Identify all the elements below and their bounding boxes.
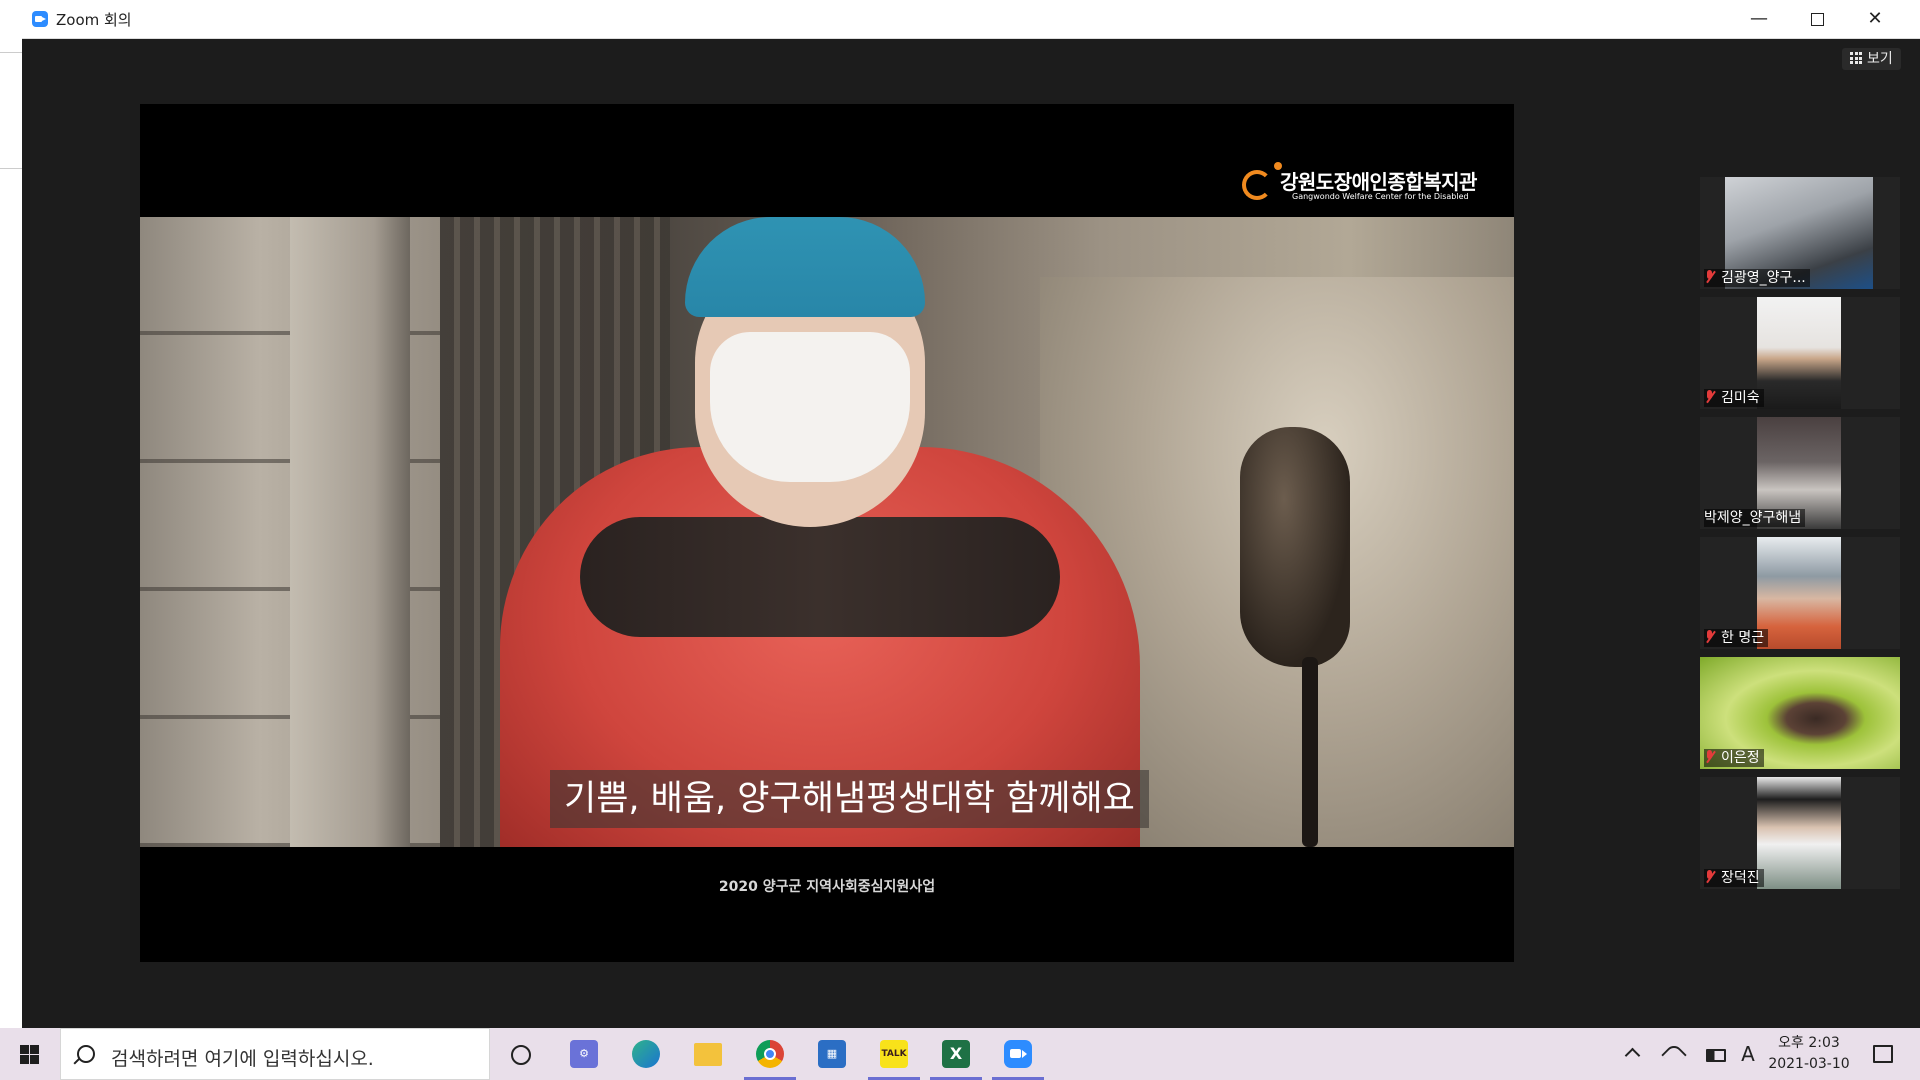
background-app-divider bbox=[0, 52, 22, 53]
participant-name-tag: 장덕진 bbox=[1704, 869, 1764, 887]
zoom-logo-icon bbox=[32, 11, 48, 27]
participant-name: 김미숙 bbox=[1721, 390, 1760, 406]
mic-muted-icon bbox=[1704, 390, 1716, 404]
logo-english-text: Gangwondo Welfare Center for the Disable… bbox=[1292, 192, 1469, 201]
mic-muted-icon bbox=[1704, 270, 1716, 284]
participant-name-tag: 박제양_양구해냄 bbox=[1704, 509, 1806, 527]
participant-video bbox=[1757, 537, 1841, 649]
taskbar-app-zoom[interactable] bbox=[988, 1028, 1048, 1080]
folder-icon bbox=[694, 1043, 722, 1066]
maximize-icon bbox=[1810, 12, 1824, 26]
taskbar-app-kakaotalk[interactable]: TALK bbox=[864, 1028, 924, 1080]
taskbar-app-settings[interactable]: ⚙ bbox=[554, 1028, 614, 1080]
title-bar: Zoom 회의 — ✕ bbox=[22, 0, 1920, 39]
show-hidden-icons-button[interactable] bbox=[1620, 1028, 1644, 1080]
background-app-strip bbox=[0, 0, 23, 1028]
participant-name-tag: 한 명근 bbox=[1704, 629, 1769, 647]
participant-name: 장덕진 bbox=[1721, 870, 1760, 886]
participant-name-tag: 김광영_양구... bbox=[1704, 269, 1810, 287]
close-button[interactable]: ✕ bbox=[1846, 0, 1904, 38]
logo-mark-icon bbox=[1242, 170, 1272, 200]
settings-icon: ⚙ bbox=[570, 1040, 598, 1068]
notification-center-button[interactable] bbox=[1866, 1028, 1898, 1080]
participant-tile[interactable]: 박제양_양구해냄 bbox=[1700, 417, 1900, 529]
clock-time: 오후 2:03 bbox=[1778, 1035, 1840, 1051]
mirror-stem bbox=[1302, 657, 1318, 847]
wheelchair-mirror bbox=[1240, 427, 1350, 667]
zoom-icon bbox=[1004, 1040, 1032, 1068]
clock-date: 2021-03-10 bbox=[1768, 1056, 1850, 1072]
minimize-button[interactable]: — bbox=[1730, 0, 1788, 38]
mic-muted-icon bbox=[1704, 750, 1716, 764]
participant-tile[interactable]: 김미숙 bbox=[1700, 297, 1900, 409]
grid-icon bbox=[1850, 52, 1862, 64]
participant-name: 한 명근 bbox=[1721, 630, 1765, 646]
outlook-icon: ▦ bbox=[818, 1040, 846, 1068]
participant-name-tag: 김미숙 bbox=[1704, 389, 1764, 407]
video-caption: 2020 양구군 지역사회중심지원사업 bbox=[718, 879, 936, 895]
taskbar: 검색하려면 여기에 입력하십시오. ⚙ ▦ TALK X A 오후 2:03 2… bbox=[0, 1028, 1920, 1080]
chrome-icon bbox=[756, 1040, 784, 1068]
video-subtitle: 기쁨, 배움, 양구해냄평생대학 함께해요 bbox=[550, 770, 1149, 828]
windows-logo-icon bbox=[20, 1045, 39, 1064]
background-app-divider bbox=[0, 168, 22, 169]
face-mask bbox=[710, 332, 910, 482]
minimize-icon: — bbox=[1750, 8, 1768, 29]
mic-muted-icon bbox=[1704, 630, 1716, 644]
shared-screen-video[interactable]: 기쁨, 배움, 양구해냄평생대학 함께해요 강원도장애인종합복지관 Gangwo… bbox=[140, 104, 1514, 962]
maximize-button[interactable] bbox=[1788, 0, 1846, 38]
battery-button[interactable] bbox=[1702, 1028, 1728, 1080]
start-button[interactable] bbox=[0, 1028, 60, 1080]
taskbar-app-file-explorer[interactable] bbox=[678, 1028, 738, 1080]
window-title: Zoom 회의 bbox=[56, 11, 132, 29]
participant-name: 박제양_양구해냄 bbox=[1704, 510, 1802, 526]
view-button-label: 보기 bbox=[1867, 51, 1893, 67]
welfare-center-logo: 강원도장애인종합복지관 Gangwondo Welfare Center for… bbox=[1230, 156, 1510, 206]
participant-tile[interactable]: 김광영_양구... bbox=[1700, 177, 1900, 289]
video-scene: 기쁨, 배움, 양구해냄평생대학 함께해요 bbox=[140, 217, 1514, 847]
input-method-button[interactable]: A bbox=[1736, 1028, 1760, 1080]
blue-cap bbox=[685, 217, 925, 317]
search-placeholder: 검색하려면 여기에 입력하십시오. bbox=[111, 1048, 374, 1070]
concrete-post bbox=[290, 217, 410, 847]
mic-muted-icon bbox=[1704, 870, 1716, 884]
jacket-shoulder bbox=[580, 517, 1060, 637]
taskbar-app-chrome[interactable] bbox=[740, 1028, 800, 1080]
participant-name: 김광영_양구... bbox=[1721, 270, 1806, 286]
participant-name: 이은정 bbox=[1721, 750, 1760, 766]
participant-tile[interactable]: 한 명근 bbox=[1700, 537, 1900, 649]
view-button[interactable]: 보기 bbox=[1842, 48, 1901, 70]
edge-icon bbox=[632, 1040, 660, 1068]
participant-tile[interactable]: 장덕진 bbox=[1700, 777, 1900, 889]
taskbar-clock[interactable]: 오후 2:03 2021-03-10 bbox=[1764, 1033, 1854, 1075]
taskbar-search-box[interactable]: 검색하려면 여기에 입력하십시오. bbox=[60, 1028, 490, 1080]
kakaotalk-icon: TALK bbox=[880, 1040, 908, 1068]
close-icon: ✕ bbox=[1867, 8, 1883, 29]
cortana-icon bbox=[511, 1045, 531, 1065]
zoom-meeting-window: Zoom 회의 — ✕ 보기 기쁨, 배움, 양구해냄평생대학 함께해요 강원도… bbox=[22, 0, 1920, 1028]
taskbar-app-edge[interactable] bbox=[616, 1028, 676, 1080]
cortana-button[interactable] bbox=[490, 1028, 550, 1080]
taskbar-app-outlook[interactable]: ▦ bbox=[802, 1028, 862, 1080]
participant-tile[interactable]: 이은정 bbox=[1700, 657, 1900, 769]
participant-video bbox=[1757, 777, 1841, 889]
participant-name-tag: 이은정 bbox=[1704, 749, 1764, 767]
network-button[interactable] bbox=[1660, 1028, 1686, 1080]
logo-korean-text: 강원도장애인종합복지관 bbox=[1280, 170, 1477, 194]
taskbar-app-excel[interactable]: X bbox=[926, 1028, 986, 1080]
participant-video bbox=[1757, 297, 1841, 409]
excel-icon: X bbox=[942, 1040, 970, 1068]
search-icon bbox=[77, 1045, 95, 1063]
